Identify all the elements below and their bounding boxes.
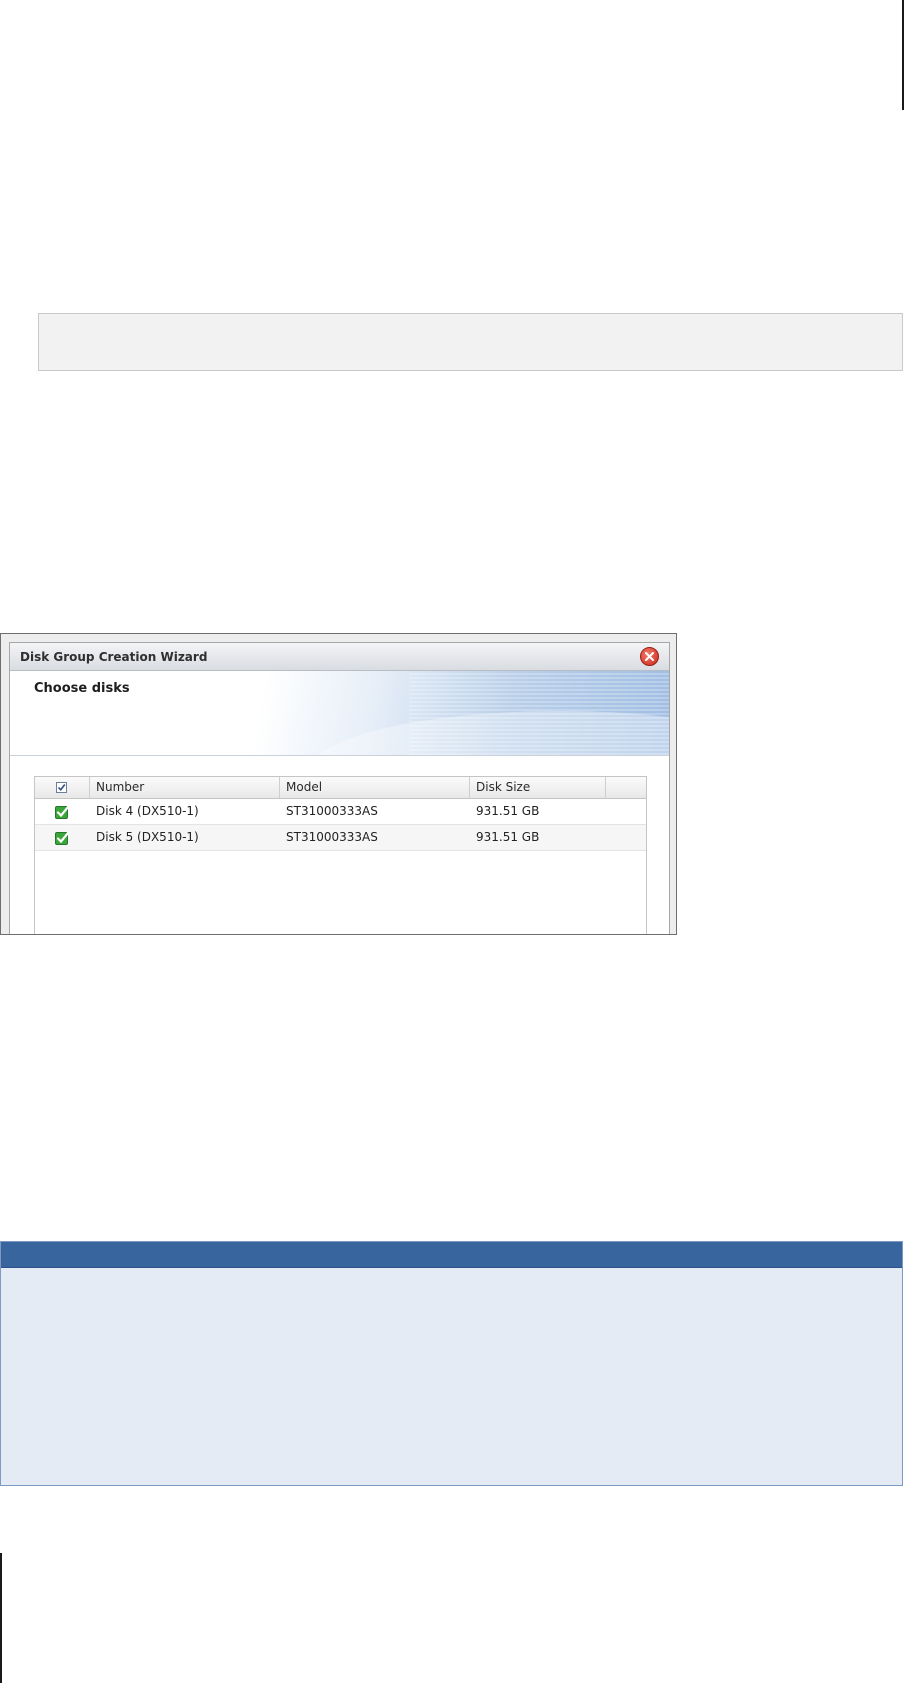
page-edge-line-bottom	[0, 1553, 2, 1683]
column-header-number[interactable]: Number	[90, 777, 280, 798]
disk-number: Disk 4 (DX510-1)	[96, 804, 199, 818]
green-check-icon[interactable]	[55, 804, 70, 819]
page-edge-line-top	[902, 0, 904, 110]
disk-size: 931.51 GB	[476, 804, 540, 818]
wizard-titlebar: Disk Group Creation Wizard	[10, 643, 669, 671]
note-title-bar	[1, 1242, 902, 1268]
disk-number: Disk 5 (DX510-1)	[96, 830, 199, 844]
disk-group-wizard-window: Disk Group Creation Wizard Choose disks	[9, 642, 670, 934]
table-row[interactable]: Disk 5 (DX510-1) ST31000333AS 931.51 GB	[35, 825, 646, 851]
close-icon	[645, 652, 654, 661]
disk-selection-grid: Number Model Disk Size Disk 4 (DX510-1) …	[34, 776, 647, 934]
disk-size: 931.51 GB	[476, 830, 540, 844]
disk-model: ST31000333AS	[286, 804, 378, 818]
select-all-checkbox[interactable]	[56, 782, 67, 793]
wizard-title: Disk Group Creation Wizard	[20, 650, 208, 664]
grid-header: Number Model Disk Size	[35, 777, 646, 799]
note-box	[0, 1241, 903, 1486]
checkbox-icon	[57, 784, 66, 792]
step-title: Choose disks	[34, 681, 130, 696]
column-header-disk-size[interactable]: Disk Size	[470, 777, 606, 798]
table-row[interactable]: Disk 4 (DX510-1) ST31000333AS 931.51 GB	[35, 799, 646, 825]
header-stripes	[409, 671, 669, 755]
column-header-model[interactable]: Model	[280, 777, 470, 798]
disk-model: ST31000333AS	[286, 830, 378, 844]
code-block-box	[38, 313, 903, 371]
close-button[interactable]	[640, 647, 659, 666]
wizard-step-header: Choose disks	[10, 671, 669, 756]
wizard-screenshot: Disk Group Creation Wizard Choose disks	[0, 633, 677, 935]
green-check-icon[interactable]	[55, 830, 70, 845]
select-all-column[interactable]	[35, 777, 90, 798]
